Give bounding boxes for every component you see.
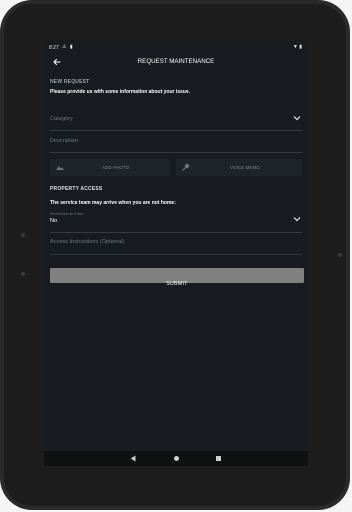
nav-back-icon[interactable] [130,455,136,462]
notification-icons: ⚠ ▮ [62,44,74,50]
app-toolbar: REQUEST MAINTENANCE [44,54,308,72]
add-photo-label: ADD PHOTO [102,165,130,170]
page-title: REQUEST MAINTENANCE [137,58,215,65]
status-bar: 8:27 ⚠ ▮ ▼ ▮ [44,40,308,54]
access-prompt: The service team may arrive when you are… [50,200,176,206]
description-placeholder: Description [50,138,78,144]
nav-recents-icon[interactable] [216,456,221,461]
nav-home-icon[interactable] [174,456,179,461]
access-instructions-field[interactable]: Access Instructions (Optional) [50,234,302,255]
submit-label: SUBMIT [166,281,188,287]
battery-icon: ▮ [299,44,302,50]
status-time: 8:27 [49,45,59,51]
microphone-icon [182,163,190,171]
chevron-down-icon [293,217,301,222]
permission-value: No [50,218,58,224]
tablet-frame: 8:27 ⚠ ▮ ▼ ▮ REQUEST MAINTENANCE NEW REQ… [0,0,350,510]
voice-memo-button[interactable]: VOICE MEMO [176,159,302,176]
access-instructions-placeholder: Access Instructions (Optional) [50,239,125,245]
photo-icon [56,166,64,170]
intro-text: Please provide us with some information … [50,89,191,95]
system-icons: ▼ ▮ [293,44,302,50]
alert-icon: ⚠ [62,44,68,50]
system-nav-bar [44,451,308,466]
description-field[interactable]: Description [50,132,302,153]
property-access-heading: PROPERTY ACCESS [50,186,103,192]
permission-label: Permission to Enter [50,212,84,216]
sd-card-icon: ▮ [69,44,74,50]
category-dropdown[interactable]: Category [50,110,302,131]
category-placeholder: Category [50,116,73,122]
wifi-icon: ▼ [292,44,298,50]
new-request-heading: NEW REQUEST [50,79,90,85]
chevron-down-icon [293,116,301,121]
app-screen: 8:27 ⚠ ▮ ▼ ▮ REQUEST MAINTENANCE NEW REQ… [44,40,308,466]
sensor-dot [21,272,25,276]
submit-button[interactable]: SUBMIT [50,268,304,287]
camera-dot [21,233,25,237]
permission-to-enter-dropdown[interactable]: Permission to Enter No [50,208,302,233]
voice-memo-label: VOICE MEMO [230,165,260,170]
add-photo-button[interactable]: ADD PHOTO [50,159,170,176]
side-button-dot [338,253,342,257]
